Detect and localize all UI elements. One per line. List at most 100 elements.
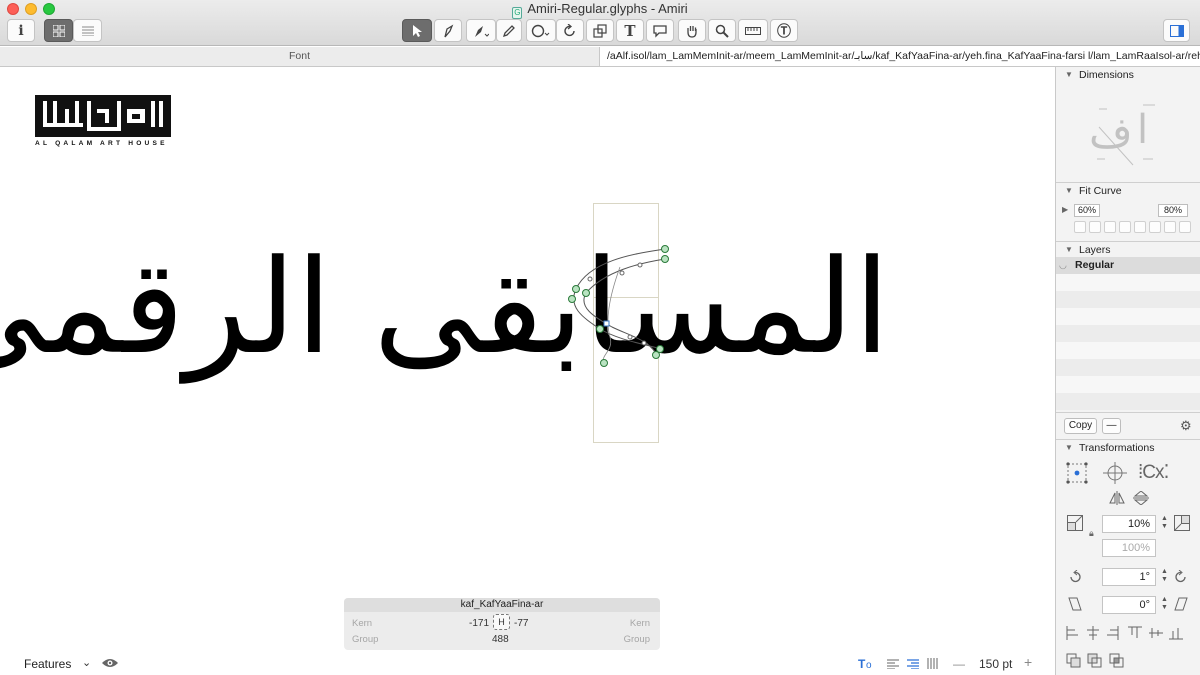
- rotate-tool-button[interactable]: [556, 19, 584, 42]
- zoom-tool-button[interactable]: [708, 19, 736, 42]
- glyph-outline-nodes[interactable]: [560, 237, 680, 367]
- measure-tool-button[interactable]: [738, 19, 768, 42]
- fit-curve-min-field[interactable]: 60%: [1074, 204, 1100, 217]
- boolean-ops-row[interactable]: [1066, 653, 1128, 669]
- layer-row-empty: [1056, 376, 1200, 393]
- svg-text:o: o: [866, 660, 872, 670]
- fit-curve-preset[interactable]: [1179, 221, 1191, 233]
- svg-text:ا: ا: [1137, 107, 1148, 153]
- kerning-panel: kaf_KafYaaFina-ar Kern Group Kern Group …: [344, 598, 660, 650]
- play-triangle-icon[interactable]: ▶: [1062, 205, 1068, 214]
- svg-text:ف: ف: [1089, 108, 1133, 157]
- flip-horizontal-icon[interactable]: [1109, 491, 1125, 505]
- grid-view-button[interactable]: [44, 19, 73, 42]
- layers-header[interactable]: ▼ Layers: [1056, 242, 1200, 258]
- lock-icon[interactable]: 🔒︎: [1089, 528, 1094, 539]
- fit-curve-preset[interactable]: [1134, 221, 1146, 233]
- logo-tagline: AL QALAM ART HOUSE: [35, 140, 168, 147]
- scale-down-icon[interactable]: [1067, 515, 1083, 531]
- hand-tool-button[interactable]: [678, 19, 706, 42]
- rsb-value[interactable]: -77: [514, 618, 528, 629]
- select-tool-button[interactable]: [402, 19, 432, 42]
- scale-up-icon[interactable]: [1174, 515, 1190, 531]
- rotate-cw-icon[interactable]: [1174, 570, 1188, 584]
- right-group-label: Group: [623, 634, 650, 645]
- draw-tool-icon: [444, 23, 454, 37]
- crosshair-icon[interactable]: [1103, 462, 1127, 484]
- slant-stepper[interactable]: ▲ ▼: [1160, 596, 1169, 614]
- fit-curve-preset[interactable]: [1164, 221, 1176, 233]
- lsb-value[interactable]: -171: [469, 618, 489, 629]
- sidebar-toggle-icon: [1169, 24, 1184, 37]
- scale-vertical-field[interactable]: 100%: [1102, 539, 1156, 557]
- info-button[interactable]: i: [7, 19, 35, 42]
- rotate-field[interactable]: 1°: [1102, 568, 1156, 586]
- layer-row-regular[interactable]: ◡ Regular: [1056, 257, 1200, 274]
- right-kern-label: Kern: [629, 618, 650, 629]
- metrics-link-icon[interactable]: H: [493, 614, 510, 630]
- zoom-out-button[interactable]: —: [953, 657, 965, 671]
- tab-strip: Font /aAlf.isol/lam_LamMemInit-ar/meem_L…: [0, 47, 1200, 67]
- scale-tool-button[interactable]: [586, 19, 614, 42]
- slant-right-icon[interactable]: [1174, 597, 1188, 611]
- scale-stepper[interactable]: ▲ ▼: [1160, 515, 1169, 533]
- speech-bubble-icon: [653, 24, 667, 38]
- annotation-tool-button[interactable]: [646, 19, 674, 42]
- draw-tool-button[interactable]: [434, 19, 462, 42]
- layer-row-empty: [1056, 325, 1200, 342]
- width-value[interactable]: 488: [492, 634, 509, 645]
- rotate-stepper[interactable]: ▲ ▼: [1160, 568, 1169, 586]
- layer-row-empty: [1056, 393, 1200, 410]
- features-popup[interactable]: Features: [24, 657, 71, 671]
- disclosure-triangle-icon[interactable]: ▼: [1065, 67, 1073, 83]
- center-x-icon[interactable]: ⁞Cx⁚: [1138, 461, 1170, 484]
- disclosure-triangle-icon[interactable]: ▼: [1065, 440, 1073, 456]
- gear-icon[interactable]: ⚙: [1180, 418, 1192, 434]
- list-view-button[interactable]: [73, 19, 102, 42]
- slant-field[interactable]: 0°: [1102, 596, 1156, 614]
- edit-canvas[interactable]: AL QALAM ART HOUSE المسابقى الرقمى kaf_K…: [0, 67, 1055, 675]
- select-arrow-icon: [413, 24, 422, 37]
- chevron-down-icon[interactable]: ⌄: [82, 656, 91, 669]
- transformations-header[interactable]: ▼ Transformations: [1056, 440, 1200, 456]
- disclosure-triangle-icon[interactable]: ▼: [1065, 242, 1073, 258]
- svg-text:T: T: [858, 657, 866, 670]
- transform-origin-grid-icon[interactable]: [1066, 462, 1088, 484]
- rotate-ccw-icon[interactable]: [1068, 570, 1082, 584]
- fit-curve-preset[interactable]: [1104, 221, 1116, 233]
- metrics-tool-button[interactable]: Ⓣ: [770, 19, 798, 42]
- eye-icon[interactable]: [101, 657, 119, 669]
- fit-curve-preset[interactable]: [1119, 221, 1131, 233]
- tab-font[interactable]: Font: [0, 47, 600, 66]
- zoom-in-button[interactable]: +: [1024, 654, 1032, 670]
- fit-curve-preset[interactable]: [1149, 221, 1161, 233]
- layer-row-empty: [1056, 274, 1200, 291]
- fit-curve-preset[interactable]: [1074, 221, 1086, 233]
- sidebar-toggle-button[interactable]: [1163, 19, 1190, 42]
- scale-field[interactable]: 10%: [1102, 515, 1156, 533]
- zoom-value[interactable]: 150 pt: [979, 657, 1012, 671]
- pencil-tool-button[interactable]: [496, 19, 522, 42]
- dimensions-header[interactable]: ▼ Dimensions: [1056, 67, 1200, 83]
- align-right-icon[interactable]: [907, 659, 919, 669]
- vertical-text-icon[interactable]: [927, 658, 939, 669]
- tab-edit-text[interactable]: /aAlf.isol/lam_LamMemInit-ar/meem_LamMem…: [600, 47, 1200, 66]
- shape-tool-button[interactable]: [526, 19, 556, 42]
- text-direction-icon[interactable]: To: [858, 657, 876, 670]
- remove-layer-button[interactable]: —: [1102, 418, 1121, 434]
- layer-row-empty: [1056, 291, 1200, 308]
- align-tools-row[interactable]: [1066, 626, 1196, 640]
- magnifier-icon: [715, 24, 729, 38]
- copy-layer-button[interactable]: Copy: [1064, 418, 1097, 434]
- fit-curve-header[interactable]: ▼ Fit Curve: [1056, 183, 1200, 199]
- fit-curve-preset[interactable]: [1089, 221, 1101, 233]
- fit-curve-max-field[interactable]: 80%: [1158, 204, 1188, 217]
- eye-icon[interactable]: ◡: [1059, 260, 1067, 271]
- flip-vertical-icon[interactable]: [1133, 491, 1149, 505]
- align-left-icon[interactable]: [887, 659, 899, 669]
- slant-left-icon[interactable]: [1068, 597, 1082, 611]
- pen-tool-button[interactable]: [466, 19, 496, 42]
- layer-name: Regular: [1075, 259, 1115, 271]
- disclosure-triangle-icon[interactable]: ▼: [1065, 183, 1073, 199]
- text-tool-button[interactable]: T: [616, 19, 644, 42]
